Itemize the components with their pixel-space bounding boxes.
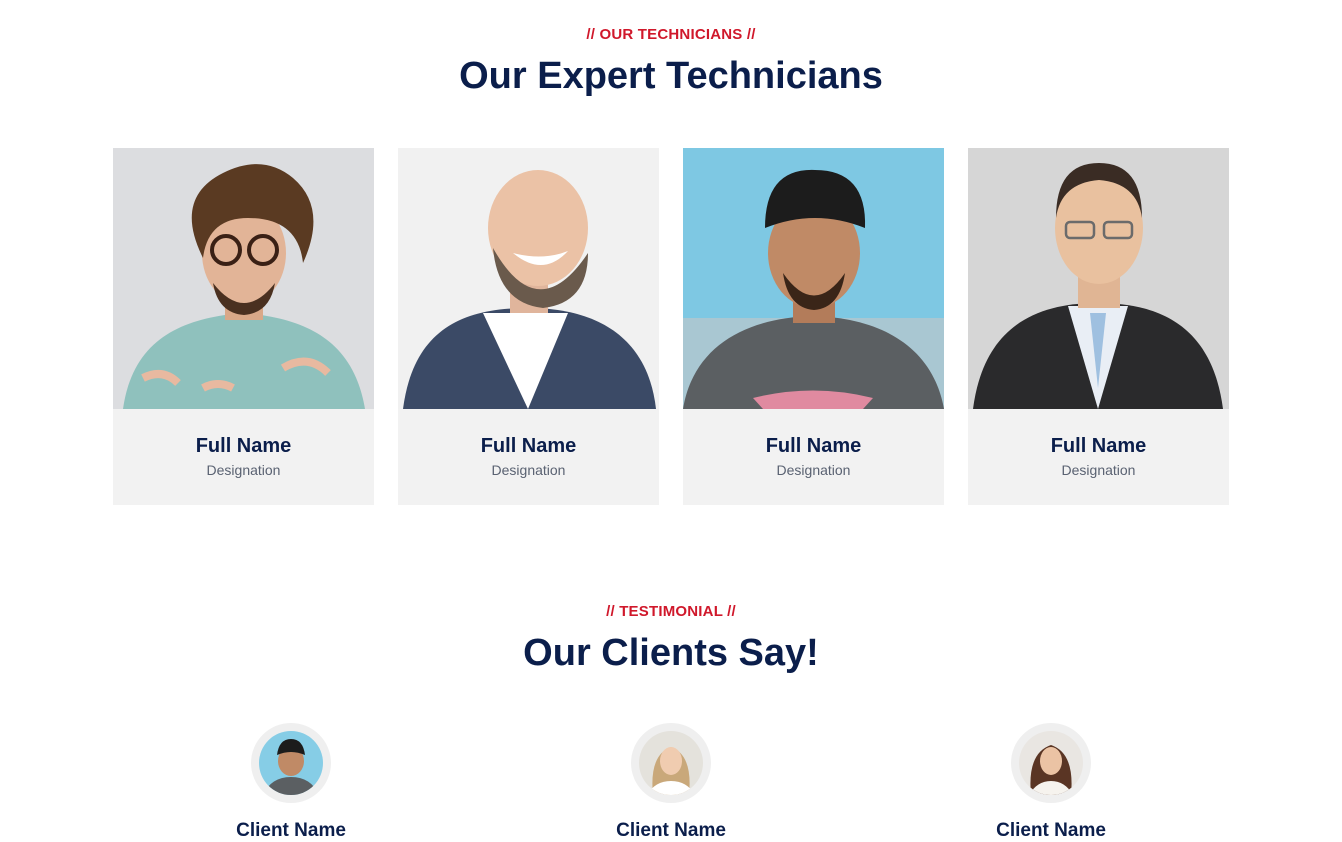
team-member-card: Full Name Designation — [683, 148, 944, 505]
client-name: Client Name — [616, 820, 726, 841]
team-member-card: Full Name Designation — [398, 148, 659, 505]
team-member-designation: Designation — [491, 462, 566, 478]
client-avatar — [251, 723, 331, 803]
client-name: Client Name — [236, 820, 346, 841]
team-member-designation: Designation — [206, 462, 281, 478]
client-avatar — [1011, 723, 1091, 803]
team-member-photo — [683, 148, 944, 409]
team-member-photo — [113, 148, 374, 409]
team-member-info: Full Name Designation — [113, 409, 374, 505]
team-member-card: Full Name Designation — [113, 148, 374, 505]
client-testimonial: Client Name — [931, 723, 1171, 841]
testimonial-section-title: Our Clients Say! — [523, 632, 819, 674]
team-member-info: Full Name Designation — [968, 409, 1229, 505]
team-grid: Full Name Designation Full Name Designat… — [113, 148, 1229, 505]
team-member-name: Full Name — [480, 435, 577, 457]
client-name: Client Name — [996, 820, 1106, 841]
team-member-info: Full Name Designation — [398, 409, 659, 505]
client-avatar — [631, 723, 711, 803]
team-member-card: Full Name Designation — [968, 148, 1229, 505]
team-member-photo — [968, 148, 1229, 409]
testimonial-section-subtitle: // TESTIMONIAL // — [606, 603, 736, 620]
team-member-name: Full Name — [195, 435, 292, 457]
client-testimonial: Client Name — [551, 723, 791, 841]
team-section-subtitle: // OUR TECHNICIANS // — [586, 26, 756, 43]
team-member-name: Full Name — [765, 435, 862, 457]
team-member-photo — [398, 148, 659, 409]
team-section-title: Our Expert Technicians — [459, 55, 883, 97]
team-member-name: Full Name — [1050, 435, 1147, 457]
team-member-designation: Designation — [776, 462, 851, 478]
client-testimonial: Client Name — [171, 723, 411, 841]
team-member-designation: Designation — [1061, 462, 1136, 478]
team-member-info: Full Name Designation — [683, 409, 944, 505]
